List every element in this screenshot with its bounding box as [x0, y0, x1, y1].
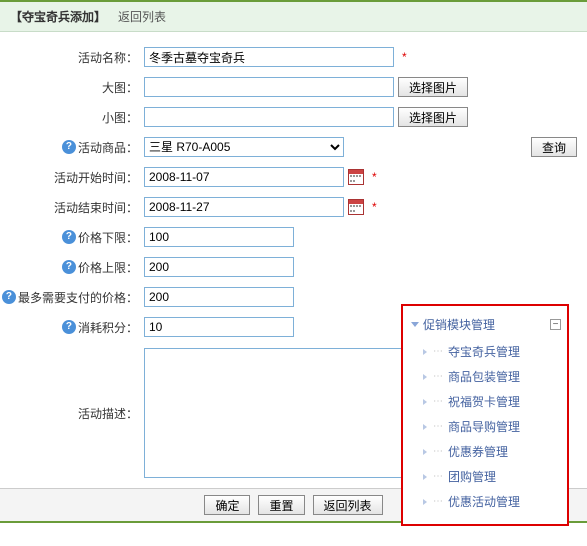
label-product: 活动商品：: [78, 139, 138, 156]
row-product: ? 活动商品： 三星 R70-A005 查询: [0, 132, 587, 162]
max-pay-input[interactable]: [144, 287, 294, 307]
start-time-input[interactable]: [144, 167, 344, 187]
popup-header: 促销模块管理 −: [409, 314, 561, 339]
label-price-high: 价格上限：: [78, 259, 138, 276]
triangle-right-icon: [423, 399, 427, 405]
label-activity-name: 活动名称：: [0, 49, 144, 66]
activity-name-input[interactable]: [144, 47, 394, 67]
popup-item-shopping-guide[interactable]: ⋯商品导购管理: [409, 414, 561, 439]
row-big-image: 大图： 选择图片: [0, 72, 587, 102]
triangle-right-icon: [423, 499, 427, 505]
help-icon[interactable]: ?: [62, 230, 76, 244]
help-icon[interactable]: ?: [62, 320, 76, 334]
page-title: 【夺宝奇兵添加】: [10, 8, 106, 25]
triangle-right-icon: [423, 349, 427, 355]
big-image-input[interactable]: [144, 77, 394, 97]
back-list-button[interactable]: 返回列表: [313, 495, 383, 515]
required-mark: *: [402, 50, 407, 64]
popup-item-packaging[interactable]: ⋯商品包装管理: [409, 364, 561, 389]
triangle-right-icon: [423, 424, 427, 430]
confirm-button[interactable]: 确定: [204, 495, 250, 515]
label-big-image: 大图：: [0, 79, 144, 96]
row-start-time: 活动开始时间： *: [0, 162, 587, 192]
row-price-high: ? 价格上限：: [0, 252, 587, 282]
select-big-image-button[interactable]: 选择图片: [398, 77, 468, 97]
reset-button[interactable]: 重置: [258, 495, 304, 515]
query-button[interactable]: 查询: [531, 137, 577, 157]
row-end-time: 活动结束时间： *: [0, 192, 587, 222]
popup-item-treasure[interactable]: ⋯夺宝奇兵管理: [409, 339, 561, 364]
price-high-input[interactable]: [144, 257, 294, 277]
end-time-input[interactable]: [144, 197, 344, 217]
row-price-low: ? 价格下限：: [0, 222, 587, 252]
form-area: 活动名称： * 大图： 选择图片 小图： 选择图片 ? 活动商品： 三星 R70…: [0, 32, 587, 488]
label-small-image: 小图：: [0, 109, 144, 126]
popup-item-group-buy[interactable]: ⋯团购管理: [409, 464, 561, 489]
help-icon[interactable]: ?: [62, 260, 76, 274]
page-header: 【夺宝奇兵添加】 返回列表: [0, 0, 587, 32]
popup-item-promo-activity[interactable]: ⋯优惠活动管理: [409, 489, 561, 514]
triangle-right-icon: [423, 474, 427, 480]
small-image-input[interactable]: [144, 107, 394, 127]
points-input[interactable]: [144, 317, 294, 337]
calendar-icon[interactable]: [348, 169, 364, 185]
triangle-right-icon: [423, 374, 427, 380]
label-end-time: 活动结束时间：: [0, 199, 144, 216]
popup-title[interactable]: 促销模块管理: [423, 316, 495, 333]
row-small-image: 小图： 选择图片: [0, 102, 587, 132]
product-select[interactable]: 三星 R70-A005: [144, 137, 344, 157]
promotion-module-popup: 促销模块管理 − ⋯夺宝奇兵管理 ⋯商品包装管理 ⋯祝福贺卡管理 ⋯商品导购管理…: [401, 304, 569, 526]
required-mark: *: [372, 170, 377, 184]
label-start-time: 活动开始时间：: [0, 169, 144, 186]
triangle-down-icon: [411, 322, 419, 327]
row-activity-name: 活动名称： *: [0, 42, 587, 72]
label-points: 消耗积分：: [78, 319, 138, 336]
select-small-image-button[interactable]: 选择图片: [398, 107, 468, 127]
label-max-pay: 最多需要支付的价格：: [18, 289, 138, 306]
label-description: 活动描述：: [0, 405, 144, 422]
collapse-icon[interactable]: −: [550, 319, 561, 330]
price-low-input[interactable]: [144, 227, 294, 247]
calendar-icon[interactable]: [348, 199, 364, 215]
help-icon[interactable]: ?: [62, 140, 76, 154]
required-mark: *: [372, 200, 377, 214]
triangle-right-icon: [423, 449, 427, 455]
help-icon[interactable]: ?: [2, 290, 16, 304]
popup-item-coupon[interactable]: ⋯优惠券管理: [409, 439, 561, 464]
popup-item-greeting-card[interactable]: ⋯祝福贺卡管理: [409, 389, 561, 414]
back-to-list-link[interactable]: 返回列表: [118, 8, 166, 25]
label-price-low: 价格下限：: [78, 229, 138, 246]
